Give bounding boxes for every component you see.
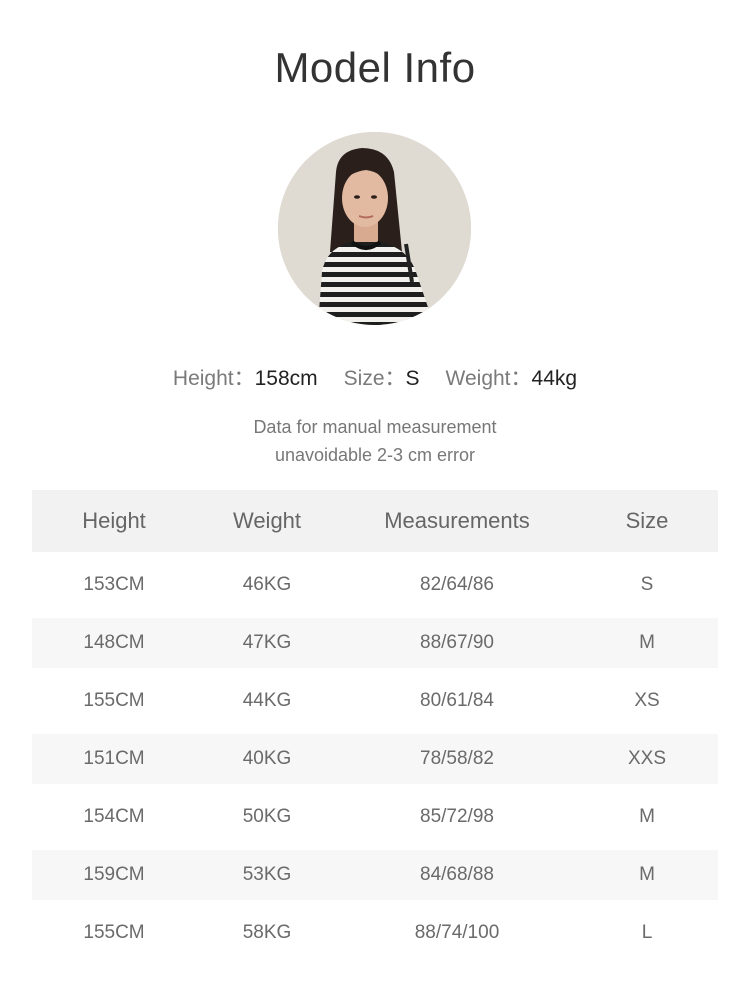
header-measurements: Measurements	[384, 508, 530, 533]
cell-measurements: 88/74/100	[414, 922, 500, 943]
cell-size: M	[639, 806, 655, 827]
cell-measurements: 78/58/82	[420, 748, 494, 769]
cell-weight: 44KG	[242, 690, 292, 711]
cell-size: M	[639, 632, 655, 653]
size-table: Height Weight Measurements Size 153CM 46…	[32, 490, 718, 958]
cell-height: 154CM	[83, 806, 145, 827]
header-height: Height	[82, 508, 146, 533]
cell-weight: 46KG	[242, 574, 292, 595]
cell-size: M	[639, 864, 655, 885]
measurement-note: Data for manual measurement unavoidable …	[0, 413, 750, 469]
cell-measurements: 80/61/84	[420, 690, 494, 711]
cell-weight: 58KG	[242, 922, 292, 943]
cell-height: 155CM	[83, 922, 145, 943]
cell-height: 159CM	[83, 864, 145, 885]
table-row: 153CM 46KG 82/64/86 S	[32, 560, 718, 610]
header-weight: Weight	[232, 508, 302, 533]
table-row: 159CM 53KG 84/68/88 M	[32, 850, 718, 900]
cell-measurements: 88/67/90	[420, 632, 494, 653]
size-value: S	[405, 367, 420, 390]
model-stats: Height：158cm Size：S Weight：44kg	[0, 362, 750, 392]
height-value: 158cm	[254, 367, 318, 390]
cell-measurements: 84/68/88	[420, 864, 494, 885]
cell-weight: 50KG	[242, 806, 292, 827]
page-title: Model Info	[274, 44, 476, 91]
cell-size: XS	[634, 690, 660, 711]
cell-measurements: 85/72/98	[420, 806, 494, 827]
cell-height: 151CM	[83, 748, 145, 769]
weight-label: Weight：	[445, 367, 532, 390]
note-line-1: Data for manual measurement	[253, 417, 497, 437]
cell-size: L	[641, 922, 653, 943]
size-label: Size：	[343, 367, 406, 390]
cell-height: 148CM	[83, 632, 145, 653]
table-header: Height Weight Measurements Size	[32, 490, 718, 552]
table-row: 154CM 50KG 85/72/98 M	[32, 792, 718, 842]
table-row: 155CM 58KG 88/74/100 L	[32, 908, 718, 958]
height-label: Height：	[172, 367, 255, 390]
cell-size: S	[640, 574, 654, 595]
cell-weight: 40KG	[242, 748, 292, 769]
cell-height: 153CM	[83, 574, 145, 595]
cell-height: 155CM	[83, 690, 145, 711]
table-row: 155CM 44KG 80/61/84 XS	[32, 676, 718, 726]
model-photo	[278, 132, 471, 325]
cell-weight: 47KG	[242, 632, 292, 653]
cell-weight: 53KG	[242, 864, 292, 885]
cell-size: XXS	[627, 748, 667, 769]
header-size: Size	[625, 508, 669, 533]
weight-value: 44kg	[531, 367, 578, 390]
table-row: 151CM 40KG 78/58/82 XXS	[32, 734, 718, 784]
model-photo-icon	[278, 132, 471, 325]
note-line-2: unavoidable 2-3 cm error	[274, 445, 476, 465]
cell-measurements: 82/64/86	[420, 574, 494, 595]
table-row: 148CM 47KG 88/67/90 M	[32, 618, 718, 668]
